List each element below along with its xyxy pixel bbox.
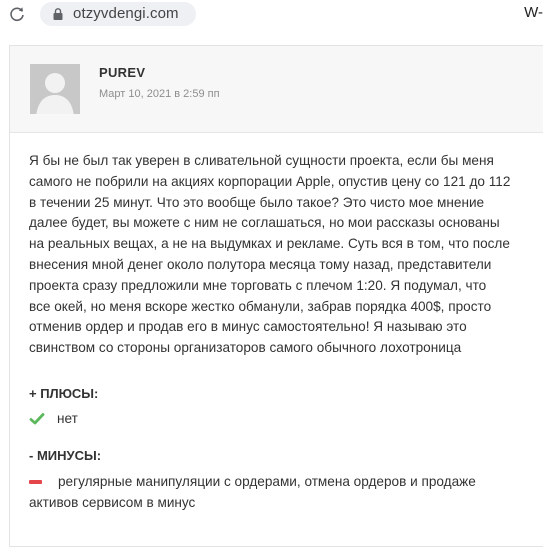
pros-heading: + ПЛЮСЫ:: [29, 386, 99, 401]
pros-text: нет: [57, 411, 78, 426]
address-bar[interactable]: otzyvdengi.com: [40, 2, 196, 26]
truncated-browser-text: W-: [524, 4, 543, 21]
check-icon: [29, 413, 45, 425]
comment-date: Март 10, 2021 в 2:59 пп: [99, 88, 220, 100]
author-name: PUREV: [99, 65, 146, 80]
lock-icon[interactable]: [51, 7, 65, 21]
cons-heading: - МИНУСЫ:: [29, 448, 102, 463]
reload-icon[interactable]: [8, 5, 26, 23]
browser-toolbar: otzyvdengi.com W-: [0, 0, 543, 30]
avatar: [30, 64, 80, 114]
cons-text: регулярные манипуляции с ордерами, отмен…: [29, 474, 476, 510]
url-text[interactable]: otzyvdengi.com: [73, 5, 179, 22]
review-comment: PUREV Март 10, 2021 в 2:59 пп Я бы не бы…: [9, 45, 543, 547]
comment-header: PUREV Март 10, 2021 в 2:59 пп: [10, 46, 543, 133]
default-avatar-icon: [30, 64, 80, 114]
comment-text: Я бы не был так уверен в сливательной су…: [29, 153, 511, 356]
